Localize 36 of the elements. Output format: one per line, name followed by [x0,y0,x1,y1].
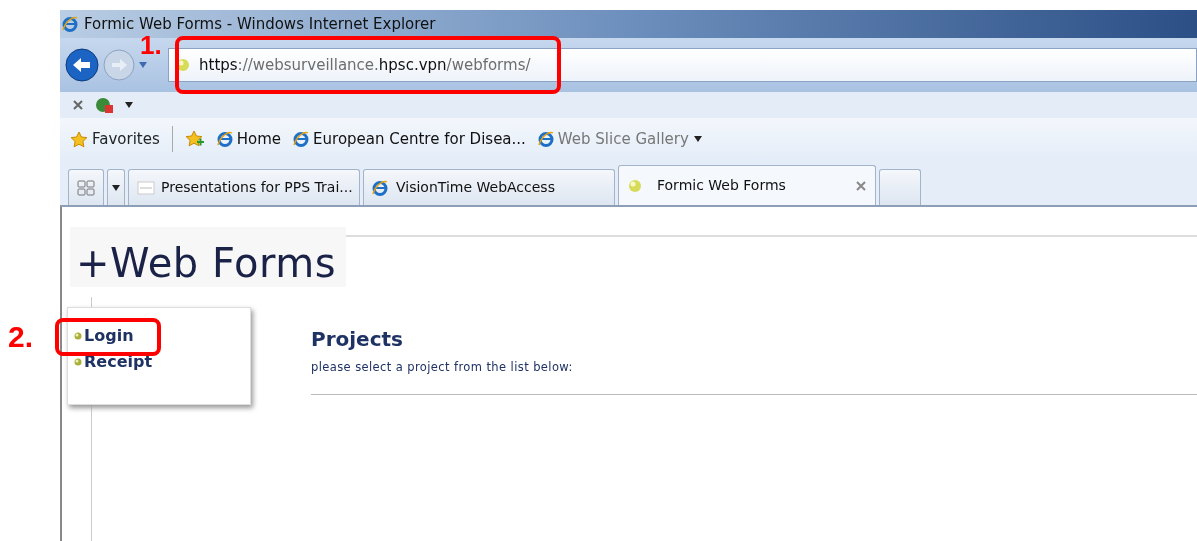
tab-list-button[interactable] [107,169,125,205]
url-text: https://websurveillance.hpsc.vpn/webforms/ [199,54,531,76]
window-title: Formic Web Forms - Windows Internet Explorer [84,13,436,35]
instruction-text: please select a project from the list below: [311,359,574,376]
close-icon[interactable] [72,99,84,111]
browser-logo-icon [62,16,78,32]
step-number: 2. [8,322,34,352]
add-favorite-icon[interactable] [184,130,205,148]
browser-logo-icon [537,131,554,147]
bullet-icon [74,332,82,340]
browser-tab[interactable]: Presentations for PPS Trai... [128,169,360,205]
browser-logo-icon [372,179,390,196]
dropdown-icon [112,184,120,191]
new-tab-button[interactable] [879,169,921,205]
site-logo-icon [137,179,155,196]
step-number: 1. [140,32,162,58]
bullet-icon [74,358,82,366]
browser-tab[interactable]: Formic Web Forms [618,165,876,205]
browser-logo-icon [293,131,310,147]
menu-link[interactable]: Login [74,328,250,344]
favorite-link[interactable]: European Centre for Disea... [293,127,526,151]
dropdown-icon[interactable] [124,101,134,109]
favorite-link[interactable]: Home [216,127,282,151]
browser-tab[interactable]: VisionTime WebAccess [363,169,615,205]
back-button[interactable] [64,47,100,83]
page-icon [627,177,643,194]
browser-logo-icon [216,131,233,147]
star-icon [70,130,88,148]
site-logo: +Web Forms [70,227,347,287]
grid-icon [77,179,95,196]
section-heading: Projects [311,327,404,351]
close-icon[interactable] [855,179,867,192]
favorites-button[interactable]: Favorites [70,127,160,151]
address-field[interactable]: https://websurveillance.hpsc.vpn/webforms/ [168,48,1197,82]
menu-link[interactable]: Receipt [74,354,250,370]
dropdown-icon [692,135,703,143]
